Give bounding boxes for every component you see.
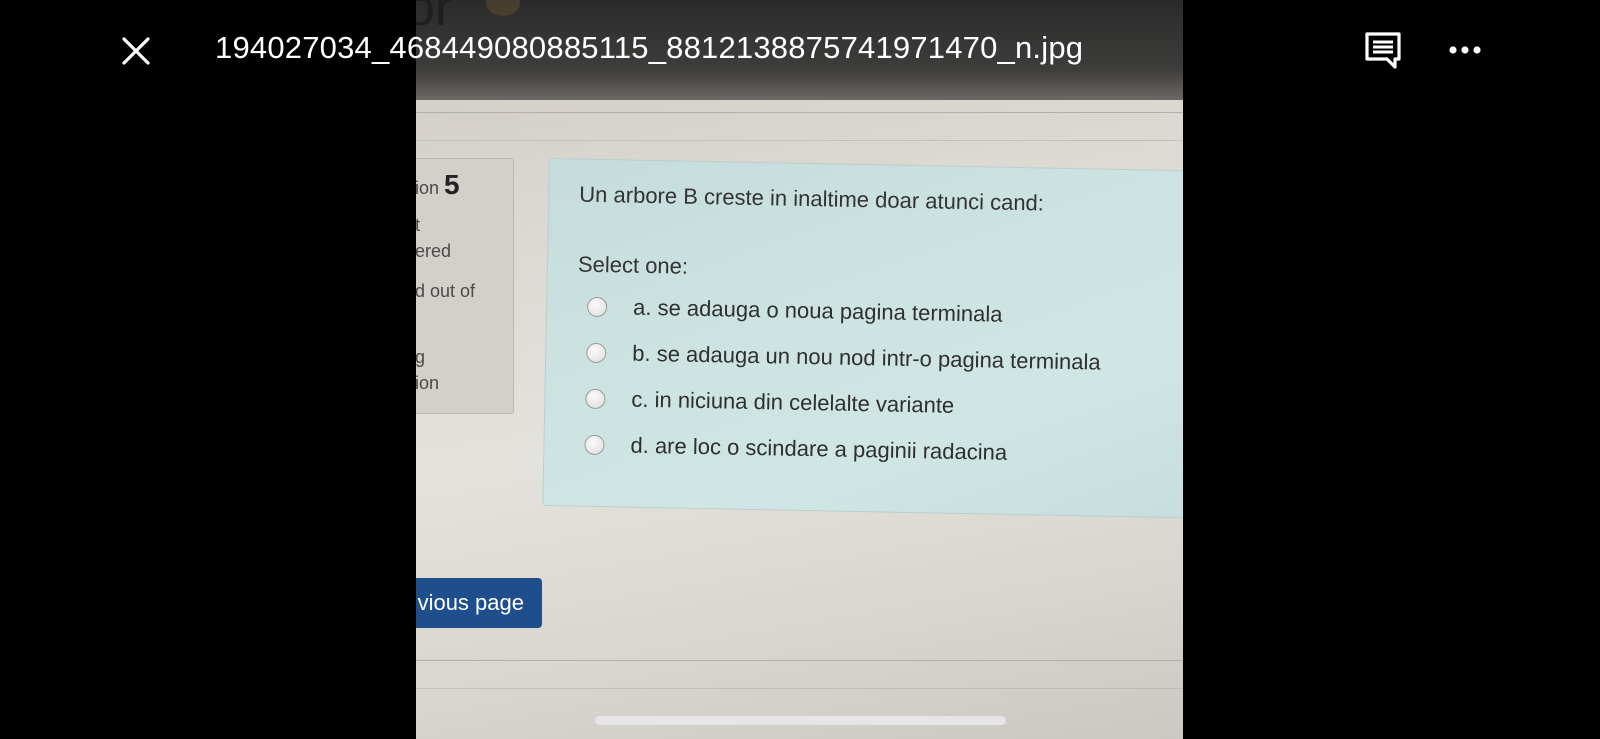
option-b[interactable]: b. se adauga un nou nod intr-o pagina te… (586, 340, 1101, 376)
question-number: 5 (444, 169, 460, 200)
radio-button-icon[interactable] (586, 296, 608, 318)
previous-page-button[interactable]: vious page (416, 578, 542, 628)
divider-line (416, 140, 1183, 141)
option-b-label: b. se adauga un nou nod intr-o pagina te… (632, 340, 1101, 375)
question-text: Un arbore B creste in inaltime doar atun… (579, 181, 1045, 216)
option-d-label: d. are loc o scindare a paginii radacina (630, 432, 1008, 465)
option-c-label: c. in niciuna din celelalte variante (631, 386, 955, 418)
radio-button-icon[interactable] (586, 342, 607, 364)
file-name-title: 194027034_468449080885115_88121388757419… (215, 30, 1084, 65)
option-a[interactable]: a. se adauga o noua pagina terminala (586, 294, 1003, 328)
divider-line (416, 688, 1183, 689)
status-line-1: t (416, 215, 421, 235)
option-d[interactable]: d. are loc o scindare a paginii radacina (584, 432, 1007, 466)
question-box: Un arbore B creste in inaltime doar atun… (542, 158, 1183, 519)
flag-line-1[interactable]: g (416, 347, 425, 368)
status-line-2: ered (416, 241, 452, 261)
question-info-card: ion 5 t ered d out of g ion (416, 158, 514, 414)
flag-line-2[interactable]: ion (416, 373, 439, 394)
divider-line (416, 660, 1183, 661)
comment-icon[interactable] (1364, 31, 1402, 69)
more-options-icon[interactable] (1448, 38, 1482, 62)
select-one-prompt: Select one: (577, 251, 689, 279)
divider-line (416, 112, 1183, 113)
close-icon[interactable] (121, 36, 151, 66)
question-label: ion (416, 178, 440, 198)
radio-button-icon[interactable] (584, 434, 605, 456)
radio-button-icon[interactable] (585, 388, 606, 410)
option-c[interactable]: c. in niciuna din celelalte variante (585, 386, 954, 419)
photo-content: or ion 5 t ered d out of g ion Un arbore… (416, 0, 1183, 739)
viewer-top-bar: 194027034_468449080885115_88121388757419… (0, 0, 1600, 100)
home-indicator-bar[interactable] (595, 716, 1006, 725)
marks-line: d out of (416, 281, 476, 301)
option-a-label: a. se adauga o noua pagina terminala (632, 294, 1003, 327)
